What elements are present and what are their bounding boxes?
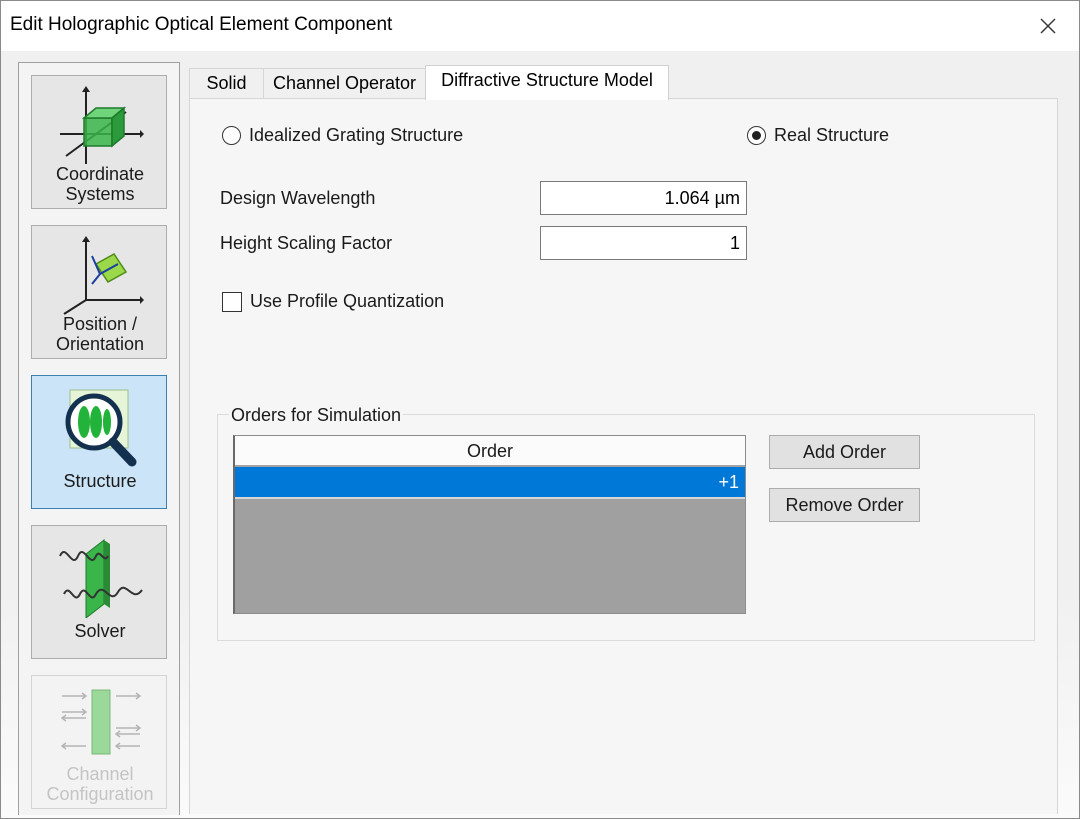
sidebar-item-label: Channel	[66, 764, 134, 784]
tab-solid[interactable]: Solid	[189, 68, 264, 98]
sidebar-item-label: Configuration	[46, 784, 154, 804]
sidebar-item-label: Orientation	[55, 334, 145, 354]
position-orientation-icon	[32, 226, 168, 316]
sidebar-item-channel-configuration[interactable]: Channel Configuration	[31, 675, 167, 809]
remove-order-button[interactable]: Remove Order	[769, 488, 920, 522]
sidebar-item-coordinate-systems[interactable]: Coordinate Systems	[31, 75, 167, 209]
channel-configuration-icon	[32, 676, 168, 766]
title-bar: Edit Holographic Optical Element Compone…	[1, 1, 1079, 51]
orders-group-title: Orders for Simulation	[229, 405, 404, 426]
sidebar-item-structure[interactable]: Structure	[31, 375, 167, 509]
radio-button-unchecked[interactable]	[222, 126, 241, 145]
height-scaling-factor-input[interactable]	[540, 226, 747, 260]
close-icon	[1040, 18, 1056, 34]
design-wavelength-label: Design Wavelength	[220, 188, 376, 208]
use-profile-quantization-label: Use Profile Quantization	[250, 291, 445, 311]
add-order-button[interactable]: Add Order	[769, 435, 920, 469]
design-wavelength-input[interactable]	[540, 181, 747, 215]
idealized-grating-radio[interactable]: Idealized Grating Structure	[222, 125, 463, 146]
sidebar-item-label: Solver	[74, 621, 126, 641]
height-scaling-factor-label: Height Scaling Factor	[220, 233, 393, 253]
tab-channel-operator[interactable]: Channel Operator	[263, 68, 426, 98]
close-button[interactable]	[1031, 9, 1065, 43]
checkbox-unchecked[interactable]	[222, 291, 242, 312]
order-column-header[interactable]: Order	[235, 436, 745, 466]
real-structure-label: Real Structure	[774, 125, 890, 145]
row-separator	[235, 497, 745, 499]
tab-diffractive-structure-model[interactable]: Diffractive Structure Model	[425, 65, 669, 100]
sidebar-item-label: Position /	[62, 314, 138, 334]
dialog-window: Edit Holographic Optical Element Compone…	[0, 0, 1080, 819]
sidebar-item-label: Systems	[65, 184, 135, 204]
window-title: Edit Holographic Optical Element Compone…	[10, 14, 393, 35]
radio-button-checked[interactable]	[747, 126, 766, 145]
sidebar-item-label: Structure	[63, 471, 137, 491]
sidebar-item-solver[interactable]: Solver	[31, 525, 167, 659]
real-structure-radio[interactable]: Real Structure	[747, 125, 889, 146]
structure-magnifier-icon	[32, 376, 168, 467]
orders-table[interactable]: Order +1	[233, 435, 746, 614]
sidebar-item-label: Coordinate	[55, 164, 145, 184]
table-row[interactable]: +1	[235, 467, 745, 497]
use-profile-quantization-checkbox[interactable]: Use Profile Quantization	[222, 291, 444, 312]
coordinate-systems-icon	[32, 76, 168, 166]
category-sidebar: Coordinate Systems Position / Orientatio…	[18, 62, 180, 815]
sidebar-item-position-orientation[interactable]: Position / Orientation	[31, 225, 167, 359]
solver-wave-icon	[32, 526, 168, 618]
idealized-grating-label: Idealized Grating Structure	[249, 125, 464, 145]
